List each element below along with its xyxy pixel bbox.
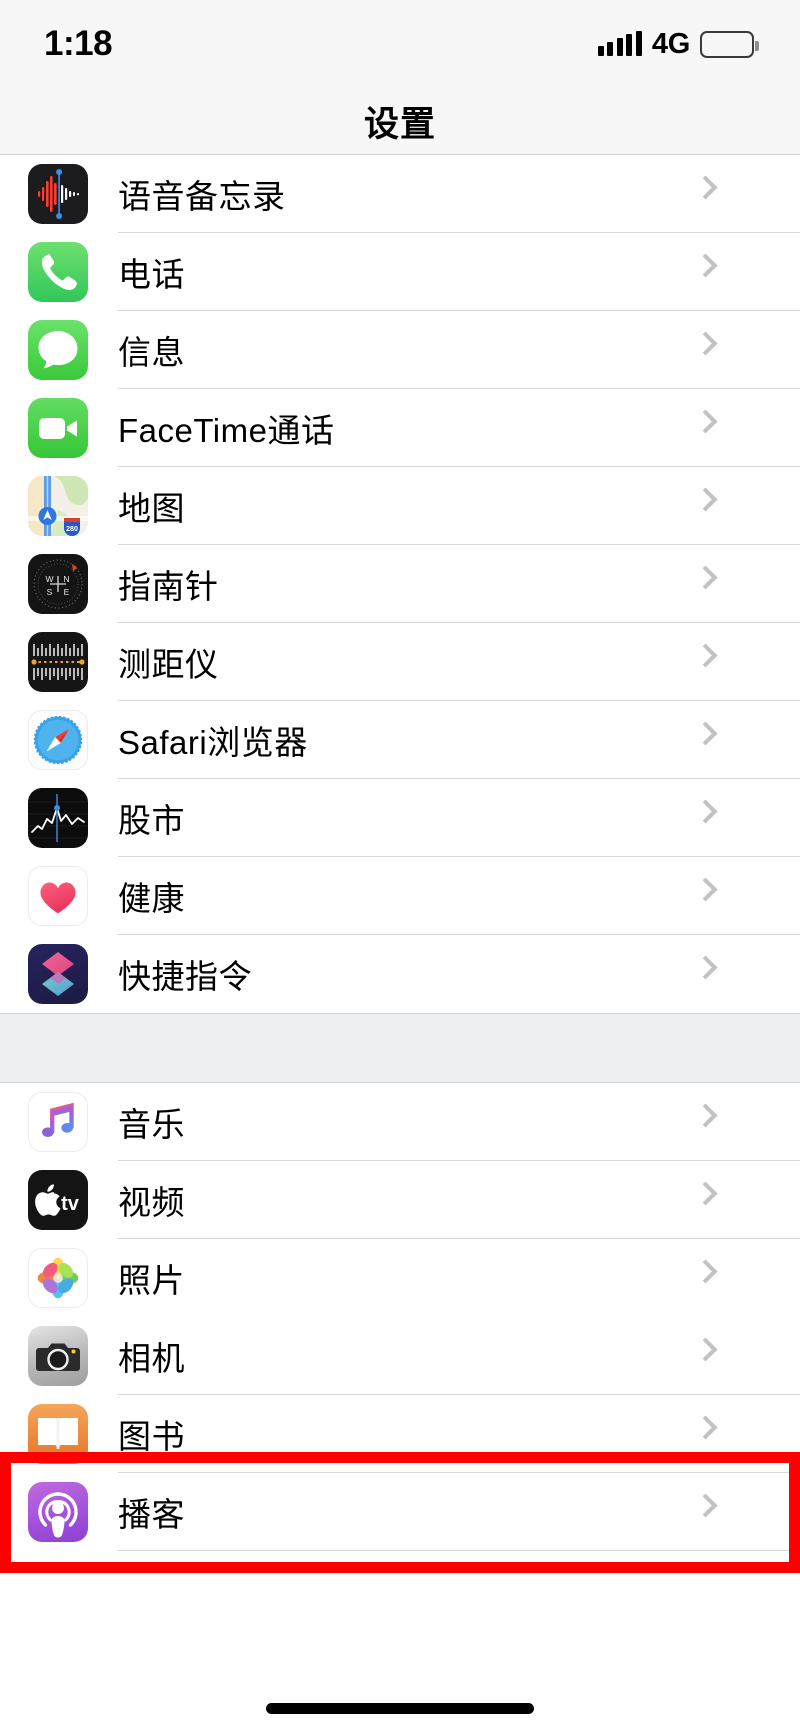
settings-group-media: 音乐 tv 视频 照片 相机 图书 播客: [0, 1083, 800, 1551]
settings-row-measure[interactable]: 测距仪: [0, 623, 800, 701]
compass-north-label: N: [63, 574, 69, 584]
chevron-right-icon: [693, 721, 718, 746]
cellular-bars-icon: [597, 31, 642, 56]
compass-icon: N W S E: [28, 554, 88, 614]
settings-row-label: 语音备忘录: [118, 178, 286, 215]
camera-icon: [28, 1326, 88, 1386]
voicememos-icon: [28, 164, 88, 224]
settings-row-podcasts[interactable]: 播客: [0, 1473, 800, 1551]
settings-row-label: 照片: [118, 1262, 185, 1299]
settings-row-label: 指南针: [118, 568, 219, 605]
settings-row-facetime[interactable]: FaceTime通话: [0, 389, 800, 467]
settings-list: 语音备忘录 电话 信息 FaceTime通话 280 地图 N W S E 指南…: [0, 155, 800, 1551]
battery-icon: [700, 30, 759, 58]
settings-row-photos[interactable]: 照片: [0, 1239, 800, 1317]
stocks-icon: [28, 788, 88, 848]
chevron-right-icon: [693, 799, 718, 824]
settings-row-label: 播客: [118, 1496, 185, 1533]
settings-row-music[interactable]: 音乐: [0, 1083, 800, 1161]
settings-row-safari[interactable]: Safari浏览器: [0, 701, 800, 779]
chevron-right-icon: [693, 409, 718, 434]
settings-row-label: 地图: [118, 490, 185, 527]
chevron-right-icon: [693, 253, 718, 278]
settings-row-compass[interactable]: N W S E 指南针: [0, 545, 800, 623]
maps-icon: 280: [28, 476, 88, 536]
settings-row-label: 音乐: [118, 1106, 185, 1143]
measure-icon: [28, 632, 88, 692]
health-icon: [28, 866, 88, 926]
maps-shield-number: 280: [66, 526, 78, 533]
chevron-right-icon: [693, 877, 718, 902]
settings-row-health[interactable]: 健康: [0, 857, 800, 935]
music-icon: [28, 1092, 88, 1152]
navigation-bar: 设置: [0, 88, 800, 155]
appletv-icon: tv: [28, 1170, 88, 1230]
status-right-group: 4G: [597, 27, 759, 61]
chevron-right-icon: [693, 1493, 718, 1518]
compass-south-label: S: [47, 587, 53, 597]
settings-row-label: Safari浏览器: [118, 724, 308, 761]
settings-row-label: 健康: [118, 880, 185, 917]
settings-row-label: 快捷指令: [118, 958, 252, 995]
settings-row-messages[interactable]: 信息: [0, 311, 800, 389]
chevron-right-icon: [693, 1103, 718, 1128]
chevron-right-icon: [693, 175, 718, 200]
settings-row-label: FaceTime通话: [118, 412, 335, 449]
settings-row-books[interactable]: 图书: [0, 1395, 800, 1473]
settings-row-label: 图书: [118, 1418, 185, 1455]
settings-row-phone[interactable]: 电话: [0, 233, 800, 311]
chevron-right-icon: [693, 1259, 718, 1284]
network-type-label: 4G: [651, 27, 690, 60]
settings-row-video[interactable]: tv 视频: [0, 1161, 800, 1239]
settings-row-shortcuts[interactable]: 快捷指令: [0, 935, 800, 1013]
chevron-right-icon: [693, 565, 718, 590]
settings-row-label: 测距仪: [118, 646, 219, 683]
settings-row-maps[interactable]: 280 地图: [0, 467, 800, 545]
compass-east-label: E: [64, 587, 70, 597]
settings-group-apps: 语音备忘录 电话 信息 FaceTime通话 280 地图 N W S E 指南…: [0, 155, 800, 1013]
compass-west-label: W: [45, 574, 53, 584]
safari-icon: [28, 710, 88, 770]
chevron-right-icon: [693, 331, 718, 356]
appletv-tv-text: tv: [61, 1193, 80, 1215]
facetime-icon: [28, 398, 88, 458]
settings-row-label: 视频: [118, 1184, 185, 1221]
page-title: 设置: [363, 104, 436, 144]
settings-row-label: 信息: [118, 334, 185, 371]
podcasts-icon: [28, 1482, 88, 1542]
settings-group-separator: [0, 1013, 800, 1083]
settings-row-voice-memos[interactable]: 语音备忘录: [0, 155, 800, 233]
home-indicator: [266, 1703, 534, 1714]
settings-row-label: 相机: [118, 1340, 185, 1377]
status-bar: 1:18 4G: [0, 0, 800, 88]
chevron-right-icon: [693, 487, 718, 512]
messages-icon: [28, 320, 88, 380]
phone-icon: [28, 242, 88, 302]
chevron-right-icon: [693, 1337, 718, 1362]
settings-row-camera[interactable]: 相机: [0, 1317, 800, 1395]
books-icon: [28, 1404, 88, 1464]
settings-row-label: 电话: [118, 256, 185, 293]
status-clock: 1:18: [44, 24, 113, 63]
photos-icon: [28, 1248, 88, 1308]
settings-row-label: 股市: [118, 802, 185, 839]
iphone-settings-screen: 1:18 4G 设置 语音备忘录 电话 信息 FaceTime通话 280 地图…: [0, 0, 800, 1731]
chevron-right-icon: [693, 955, 718, 980]
shortcuts-icon: [28, 944, 88, 1004]
chevron-right-icon: [693, 643, 718, 668]
chevron-right-icon: [693, 1415, 718, 1440]
settings-row-stocks[interactable]: 股市: [0, 779, 800, 857]
chevron-right-icon: [693, 1181, 718, 1206]
